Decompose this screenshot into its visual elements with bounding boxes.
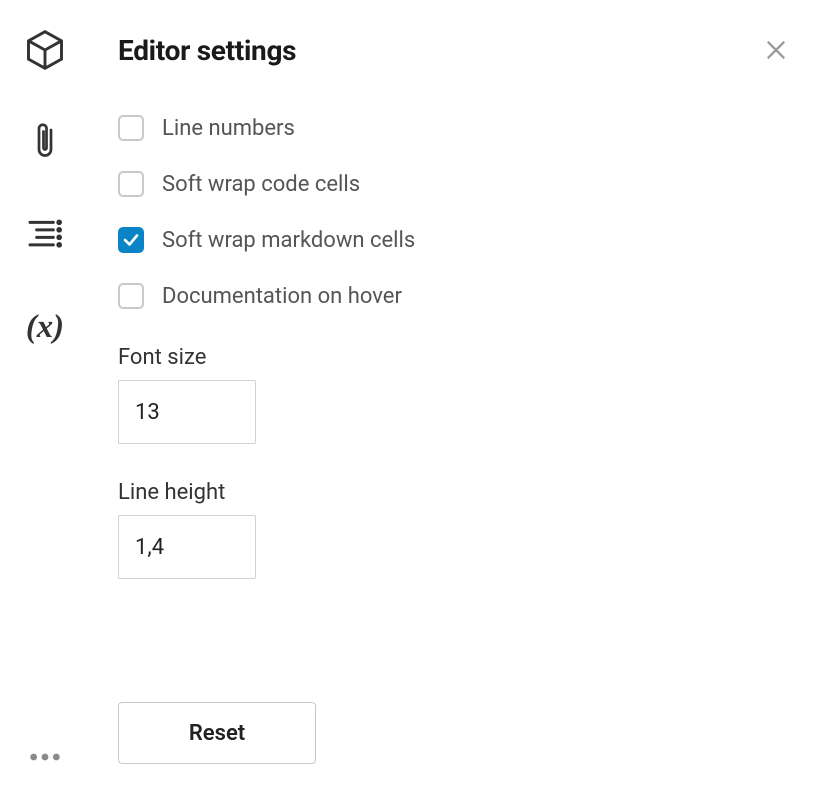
options-list: Line numbers Soft wrap code cells Soft w… <box>118 115 786 309</box>
indent-icon[interactable] <box>23 212 67 256</box>
option-line-numbers[interactable]: Line numbers <box>118 115 786 141</box>
checkbox[interactable] <box>118 171 144 197</box>
option-doc-on-hover[interactable]: Documentation on hover <box>118 283 786 309</box>
page-title: Editor settings <box>118 34 296 67</box>
svg-text:(x): (x) <box>26 309 64 345</box>
line-height-label: Line height <box>118 480 786 505</box>
option-soft-wrap-code[interactable]: Soft wrap code cells <box>118 171 786 197</box>
line-height-group: Line height <box>118 480 786 579</box>
footer: Reset <box>118 662 786 764</box>
option-label: Soft wrap markdown cells <box>162 228 415 253</box>
variable-icon[interactable]: (x) <box>23 304 67 348</box>
reset-button[interactable]: Reset <box>118 702 316 764</box>
checkbox[interactable] <box>118 283 144 309</box>
option-soft-wrap-markdown[interactable]: Soft wrap markdown cells <box>118 227 786 253</box>
option-label: Soft wrap code cells <box>162 172 360 197</box>
checkbox[interactable] <box>118 227 144 253</box>
checkbox[interactable] <box>118 115 144 141</box>
option-label: Line numbers <box>162 116 295 141</box>
ellipsis-icon[interactable] <box>23 756 67 800</box>
paperclip-icon[interactable] <box>23 120 67 164</box>
font-size-input[interactable] <box>118 380 256 444</box>
cube-icon[interactable] <box>23 28 67 72</box>
font-size-group: Font size <box>118 345 786 444</box>
header: Editor settings <box>118 34 786 67</box>
close-button[interactable] <box>762 36 790 64</box>
line-height-input[interactable] <box>118 515 256 579</box>
sidebar: (x) <box>0 0 90 800</box>
font-size-label: Font size <box>118 345 786 370</box>
settings-panel: Editor settings Line numbers Soft wrap c… <box>90 0 822 800</box>
option-label: Documentation on hover <box>162 284 402 309</box>
